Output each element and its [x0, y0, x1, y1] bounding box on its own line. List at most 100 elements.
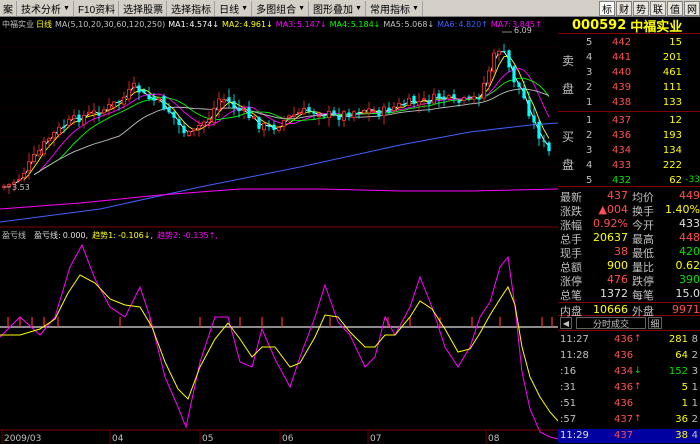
candle-body	[42, 141, 47, 155]
ma-arrow-5: ↑	[481, 20, 488, 29]
tick-row[interactable]: :57 437 ↑ 36 2	[558, 413, 700, 427]
tab-tick-trades[interactable]: 分时成交	[576, 317, 647, 330]
candle-body	[232, 101, 236, 109]
buy-level: 2	[586, 130, 593, 141]
quote-row: 涨幅 0.92% 今开 433	[558, 217, 700, 232]
toolbar-item-7[interactable]: 图形叠加 ▼	[310, 0, 366, 16]
candle-body	[316, 115, 321, 118]
tick-row[interactable]: :31 436 ↑ 5 1	[558, 381, 700, 395]
x-tick-label: 08	[488, 434, 500, 444]
candle-body	[387, 107, 391, 113]
candle-body	[522, 88, 526, 99]
tick-row[interactable]: 11:29 437 38 4	[558, 429, 700, 443]
candle-body	[446, 95, 451, 99]
tick-row[interactable]: 11:27 436 ↑ 281 8	[558, 333, 700, 347]
candle-body	[257, 117, 261, 129]
buy-row: 3 434 134	[584, 144, 700, 159]
buy-change: -33	[685, 175, 700, 185]
tick-count: 3	[691, 366, 698, 377]
toolbar-tab-3[interactable]: 联	[650, 0, 666, 16]
quote-row: 现手 38 最低 420	[558, 245, 700, 260]
candle-body	[391, 106, 396, 111]
trend1-label: 趋势1:	[92, 230, 116, 240]
toolbar-item-1[interactable]: 技术分析 ▼	[18, 0, 74, 16]
chart-area[interactable]: 中福实业 日线 MA(5,10,20,30,60,120,250) MA1:4.574…	[0, 17, 559, 444]
ma-params: MA(5,10,20,30,60,120,250)	[55, 20, 165, 29]
buy-level: 3	[586, 145, 593, 156]
candle-body	[496, 50, 501, 55]
candle-body	[357, 113, 361, 115]
buy-price: 434	[612, 145, 632, 156]
candle-body	[142, 89, 146, 93]
candle-body	[272, 124, 276, 130]
sell-volume: 111	[662, 82, 682, 93]
candle-body	[182, 125, 186, 134]
candle-body	[337, 115, 341, 120]
quote-value: 437	[607, 189, 628, 202]
tick-volume: 1	[681, 398, 688, 409]
toolbar-item-4[interactable]: 选择指标	[168, 0, 216, 16]
chevron-down-icon: ▼	[411, 4, 419, 12]
ma-arrow-6: ↑	[535, 20, 542, 29]
sell-volume: 133	[662, 97, 682, 108]
arrow-down-icon: ↓	[634, 366, 642, 376]
candle-body	[542, 140, 546, 142]
sell-row: 3 440 461	[584, 66, 700, 81]
ma-name-5: MA6:	[437, 20, 457, 29]
candle-body	[261, 123, 266, 131]
sell-level: 4	[586, 52, 593, 63]
tick-row[interactable]: :51 436 1 1	[558, 397, 700, 411]
quote-table: 最新 437 均价 449 涨跌 ▲004 换手 1.40% 涨幅 0.92% 今开 433 总手 206…	[558, 187, 700, 303]
toolbar-item-label: 常用指标	[369, 4, 410, 16]
tick-price: 436	[614, 334, 634, 345]
tick-count: 8	[691, 334, 698, 345]
tick-price: 436	[614, 382, 634, 393]
candle-body	[251, 116, 256, 119]
tab-tick-detail[interactable]: 细	[648, 317, 663, 330]
toolbar-tab-0[interactable]: 标	[599, 0, 615, 16]
ma-arrow-4: ↓	[427, 20, 434, 29]
buy-label-2: 盘	[562, 158, 575, 172]
stock-name: 中福实业	[630, 19, 683, 35]
candle-body	[351, 111, 356, 118]
ma-value-4: 5.068	[405, 20, 428, 29]
candle-body	[191, 128, 196, 131]
chevron-down-icon: ▼	[241, 4, 249, 12]
candle-body	[312, 111, 316, 114]
candle-body	[332, 110, 336, 115]
trend2-arrow: ↑,	[209, 231, 218, 240]
toolbar-item-0[interactable]: 案	[0, 0, 17, 16]
toolbar-item-8[interactable]: 常用指标 ▼	[367, 0, 423, 16]
candle-body	[152, 96, 156, 101]
ma-value-2: 5.147	[297, 20, 320, 29]
x-tick-label: 06	[282, 434, 294, 444]
toolbar-tab-2[interactable]: 势	[633, 0, 649, 16]
candle-body	[467, 96, 471, 98]
toolbar-item-6[interactable]: 多图组合 ▼	[253, 0, 310, 16]
toolbar-tab-1[interactable]: 财	[616, 0, 632, 16]
quote-value: 1372	[600, 287, 628, 300]
toolbar-item-3[interactable]: 选择股票	[120, 0, 168, 16]
tick-row[interactable]: 11:28 436 64 2	[558, 349, 700, 363]
toolbar-item-5[interactable]: 日线 ▼	[216, 0, 253, 16]
candle-body	[412, 95, 416, 104]
tick-volume: 64	[675, 350, 688, 361]
kline-chart[interactable]: 中福实业 日线 MA(5,10,20,30,60,120,250) MA1:4.574…	[0, 17, 559, 444]
tick-time: :51	[560, 398, 577, 409]
tick-price: 436	[614, 350, 634, 361]
sell-label-1: 卖	[562, 54, 575, 68]
x-tick-label: 04	[112, 434, 124, 444]
tick-price: 437	[614, 414, 634, 425]
toolbar-tab-4[interactable]: 值	[667, 0, 683, 16]
candle-body	[72, 115, 77, 120]
toolbar-item-2[interactable]: F10资料	[75, 0, 120, 16]
tick-row[interactable]: :16 434 ↓ 152 3	[558, 365, 700, 379]
toolbar-tab-5[interactable]: 网	[684, 0, 700, 16]
tick-prev-arrow[interactable]: ◀	[560, 317, 572, 329]
quote-row: 总手 20637 最高 448	[558, 231, 700, 246]
toolbar: 案技术分析 ▼ F10资料 选择股票 选择指标 日线 ▼ 多图组合 ▼ 图形叠加 ▼ 常用指标 ▼ 标财势…	[0, 0, 700, 17]
ma-name-3: MA4:	[330, 20, 350, 29]
buy-row: 1 437 12	[584, 114, 700, 129]
ma-value-5: 4.820	[458, 20, 481, 29]
tick-volume: 36	[675, 414, 688, 425]
